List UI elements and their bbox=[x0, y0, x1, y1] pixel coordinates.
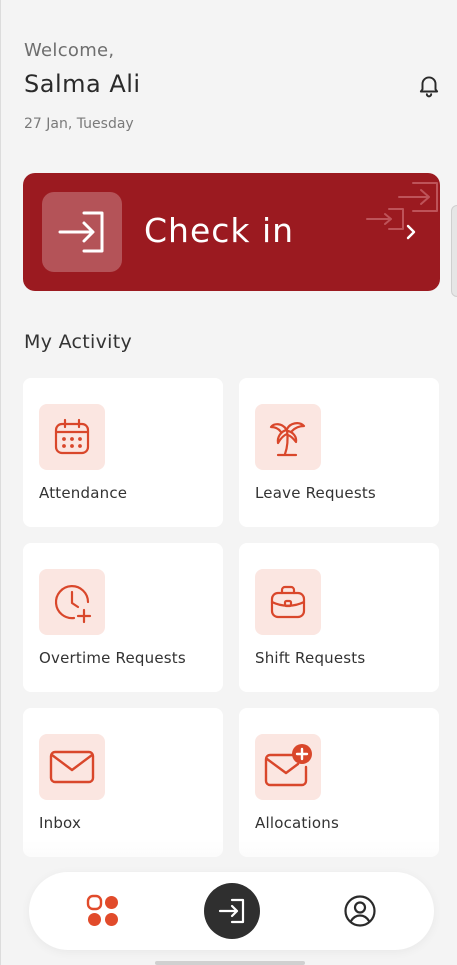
grid-icon[interactable] bbox=[86, 894, 120, 928]
shift-requests-card[interactable]: Shift Requests bbox=[239, 543, 439, 692]
bottom-nav bbox=[29, 872, 434, 950]
side-edge-handle bbox=[451, 205, 457, 297]
briefcase-icon bbox=[270, 585, 306, 619]
chevron-right-icon bbox=[406, 224, 416, 240]
user-name: Salma Ali bbox=[24, 70, 141, 98]
shift-requests-label: Shift Requests bbox=[255, 649, 366, 667]
nav-check-in-button[interactable] bbox=[204, 883, 260, 939]
mail-icon bbox=[49, 750, 95, 784]
overtime-icon-box bbox=[39, 569, 105, 635]
sign-in-icon bbox=[58, 211, 104, 253]
allocations-card[interactable]: Allocations bbox=[239, 708, 439, 857]
check-in-button[interactable]: Check in bbox=[23, 173, 440, 291]
attendance-card[interactable]: Attendance bbox=[23, 378, 223, 527]
shift-icon-box bbox=[255, 569, 321, 635]
overtime-requests-label: Overtime Requests bbox=[39, 649, 186, 667]
leave-icon-box bbox=[255, 404, 321, 470]
inbox-icon-box bbox=[39, 734, 105, 800]
current-date: 27 Jan, Tuesday bbox=[24, 116, 134, 132]
overtime-requests-card[interactable]: Overtime Requests bbox=[23, 543, 223, 692]
inbox-card[interactable]: Inbox bbox=[23, 708, 223, 857]
attendance-label: Attendance bbox=[39, 484, 128, 502]
attendance-icon-box bbox=[39, 404, 105, 470]
screen: Welcome, Salma Ali 27 Jan, Tuesday Check… bbox=[0, 0, 457, 965]
check-in-icon-box bbox=[42, 192, 122, 272]
palm-tree-icon bbox=[269, 422, 306, 457]
allocations-label: Allocations bbox=[255, 814, 339, 832]
calendar-icon bbox=[54, 418, 90, 455]
check-in-label: Check in bbox=[144, 211, 295, 250]
sign-in-icon bbox=[218, 898, 245, 924]
home-indicator bbox=[155, 961, 305, 965]
section-title: My Activity bbox=[24, 331, 133, 353]
allocations-icon-box bbox=[255, 734, 321, 800]
clock-plus-icon bbox=[54, 585, 92, 624]
mail-plus-icon bbox=[264, 744, 312, 787]
bell-icon[interactable] bbox=[416, 72, 442, 98]
inbox-label: Inbox bbox=[39, 814, 82, 832]
leave-requests-label: Leave Requests bbox=[255, 484, 376, 502]
welcome-text: Welcome, bbox=[24, 40, 115, 61]
user-circle-icon[interactable] bbox=[343, 894, 377, 928]
leave-requests-card[interactable]: Leave Requests bbox=[239, 378, 439, 527]
